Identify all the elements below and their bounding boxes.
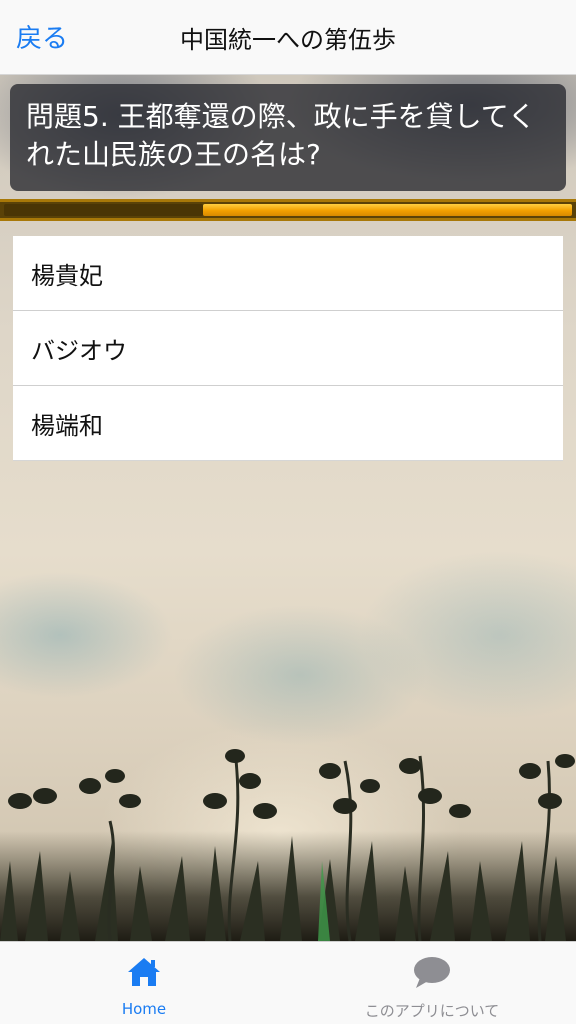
- tab-bar: Home このアプリについて: [0, 941, 576, 1024]
- progress-bar: [0, 199, 576, 221]
- answer-option[interactable]: 楊貴妃: [13, 236, 563, 311]
- progress-remaining: [4, 204, 203, 216]
- progress-fill: [203, 204, 572, 216]
- plant-silhouettes: [0, 749, 576, 941]
- navigation-bar: 戻る 中国統一への第伍歩: [0, 0, 576, 75]
- background-scene: 問題5. 王都奪還の際、政に手を貸してくれた山民族の王の名は? 楊貴妃 バジオウ…: [0, 75, 576, 941]
- tab-about[interactable]: このアプリについて: [288, 942, 576, 1024]
- answer-option[interactable]: 楊端和: [13, 386, 563, 461]
- tab-about-label: このアプリについて: [364, 1002, 500, 1020]
- question-text: 問題5. 王都奪還の際、政に手を貸してくれた山民族の王の名は?: [26, 100, 536, 171]
- speech-bubble-icon: [414, 957, 450, 988]
- house-icon: [128, 958, 160, 986]
- page-title: 中国統一への第伍歩: [180, 26, 396, 54]
- question-card: 問題5. 王都奪還の際、政に手を貸してくれた山民族の王の名は?: [10, 84, 566, 191]
- answer-list: 楊貴妃 バジオウ 楊端和: [13, 236, 563, 461]
- tab-home[interactable]: Home: [0, 942, 288, 1024]
- answer-option[interactable]: バジオウ: [13, 311, 563, 386]
- tab-home-label: Home: [121, 1000, 167, 1018]
